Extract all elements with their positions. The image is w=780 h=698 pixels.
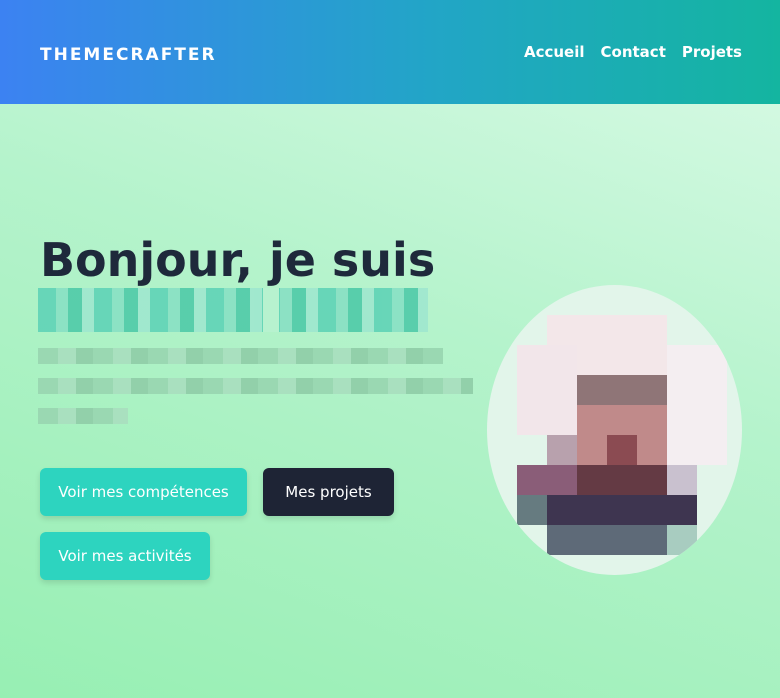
profile-avatar-icon bbox=[487, 285, 742, 575]
pixelated-text-line bbox=[38, 348, 443, 364]
hero-title: Bonjour, je suis bbox=[40, 233, 436, 287]
pixelated-text-line bbox=[38, 408, 128, 424]
projects-button[interactable]: Mes projets bbox=[263, 468, 394, 516]
nav-link-projets[interactable]: Projets bbox=[682, 43, 742, 61]
nav-link-contact[interactable]: Contact bbox=[601, 43, 666, 61]
skills-button[interactable]: Voir mes compétences bbox=[40, 468, 247, 516]
nav-link-accueil[interactable]: Accueil bbox=[524, 43, 585, 61]
site-header: THEMECRAFTER Accueil Contact Projets bbox=[0, 0, 780, 104]
activities-button[interactable]: Voir mes activités bbox=[40, 532, 210, 580]
main-nav: Accueil Contact Projets bbox=[524, 43, 742, 61]
brand-logo[interactable]: THEMECRAFTER bbox=[40, 45, 217, 65]
page: THEMECRAFTER Accueil Contact Projets Bon… bbox=[0, 0, 780, 698]
pixelated-name bbox=[38, 288, 428, 332]
pixelated-text-line bbox=[38, 378, 473, 394]
